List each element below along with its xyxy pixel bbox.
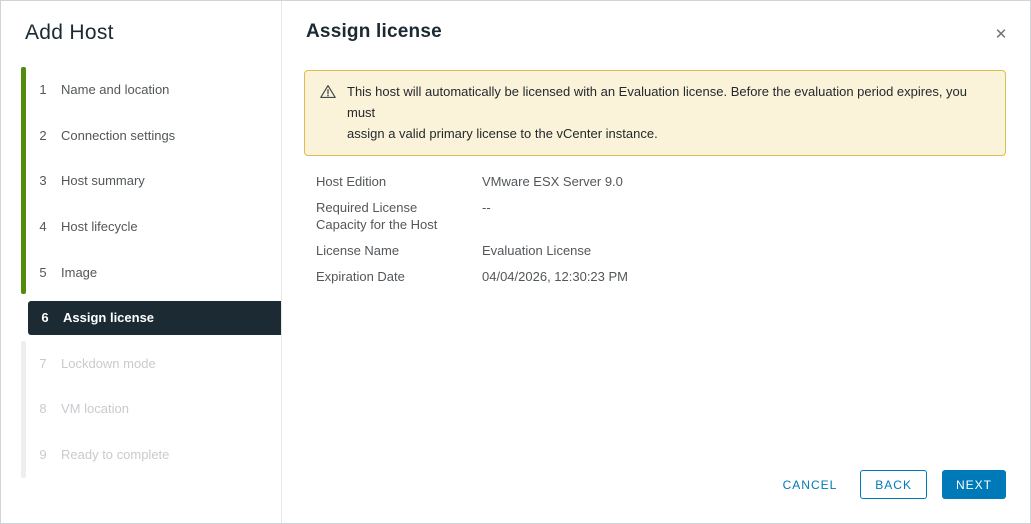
step-label: Host summary xyxy=(61,173,145,189)
evaluation-license-warning-banner: This host will automatically be licensed… xyxy=(304,70,1006,156)
step-number: 9 xyxy=(39,447,47,463)
step-label: Lockdown mode xyxy=(61,355,156,371)
sidebar-item-ready-to-complete: 9 Ready to complete xyxy=(1,432,281,478)
warning-icon xyxy=(320,84,336,105)
cancel-button[interactable]: CANCEL xyxy=(779,470,842,499)
step-label: VM location xyxy=(61,401,129,417)
sidebar-item-host-lifecycle[interactable]: 4 Host lifecycle xyxy=(1,204,281,250)
close-icon[interactable]: ✕ xyxy=(993,26,1009,42)
wizard-steps: 1 Name and location 2 Connection setting… xyxy=(1,67,281,477)
step-number: 6 xyxy=(41,310,49,326)
detail-label: License Name xyxy=(316,243,400,258)
step-number: 5 xyxy=(39,264,47,280)
step-label: Ready to complete xyxy=(61,447,170,463)
warning-message: This host will automatically be licensed… xyxy=(347,84,968,141)
detail-value: -- xyxy=(482,200,491,215)
detail-row-host-edition: Host Edition VMware ESX Server 9.0 xyxy=(316,173,1006,190)
detail-label: Host Edition xyxy=(316,174,387,189)
step-number: 2 xyxy=(39,127,47,143)
license-details: Host Edition VMware ESX Server 9.0 Requi… xyxy=(306,173,1006,285)
wizard-title: Add Host xyxy=(25,21,114,44)
sidebar-item-vm-location: 8 VM location xyxy=(1,386,281,432)
step-number: 4 xyxy=(39,219,47,235)
add-host-dialog: Add Host 1 Name and location 2 Connectio… xyxy=(0,0,1031,524)
detail-row-license-name: License Name Evaluation License xyxy=(316,242,1006,259)
detail-value: VMware ESX Server 9.0 xyxy=(482,174,623,189)
back-button[interactable]: BACK xyxy=(860,470,927,499)
detail-row-required-license-capacity: Required License Capacity for the Host -… xyxy=(316,199,1006,233)
wizard-sidebar: Add Host 1 Name and location 2 Connectio… xyxy=(1,1,282,523)
detail-label: Required License Capacity for the Host xyxy=(316,200,438,232)
step-label: Assign license xyxy=(63,310,155,326)
step-label: Connection settings xyxy=(61,127,176,143)
step-number: 8 xyxy=(39,401,47,417)
sidebar-item-image[interactable]: 5 Image xyxy=(1,249,281,295)
sidebar-item-host-summary[interactable]: 3 Host summary xyxy=(1,158,281,204)
assign-license-panel: Assign license ✕ This host will automati… xyxy=(282,1,1030,523)
sidebar-item-assign-license[interactable]: 6 Assign license xyxy=(1,295,281,341)
sidebar-item-name-and-location[interactable]: 1 Name and location xyxy=(1,67,281,113)
sidebar-item-connection-settings[interactable]: 2 Connection settings xyxy=(1,113,281,159)
step-label: Image xyxy=(61,264,98,280)
step-number: 1 xyxy=(39,82,47,98)
wizard-footer: CANCEL BACK NEXT xyxy=(779,470,1006,499)
detail-value: Evaluation License xyxy=(482,243,592,258)
sidebar-item-lockdown-mode: 7 Lockdown mode xyxy=(1,341,281,387)
step-label: Name and location xyxy=(61,82,170,98)
step-number: 7 xyxy=(39,355,47,371)
detail-label: Expiration Date xyxy=(316,269,405,284)
step-label: Host lifecycle xyxy=(61,219,138,235)
page-title: Assign license xyxy=(306,21,442,42)
detail-value: 04/04/2026, 12:30:23 PM xyxy=(482,269,629,284)
step-number: 3 xyxy=(39,173,47,189)
next-button[interactable]: NEXT xyxy=(941,470,1006,499)
detail-row-expiration-date: Expiration Date 04/04/2026, 12:30:23 PM xyxy=(316,268,1006,285)
